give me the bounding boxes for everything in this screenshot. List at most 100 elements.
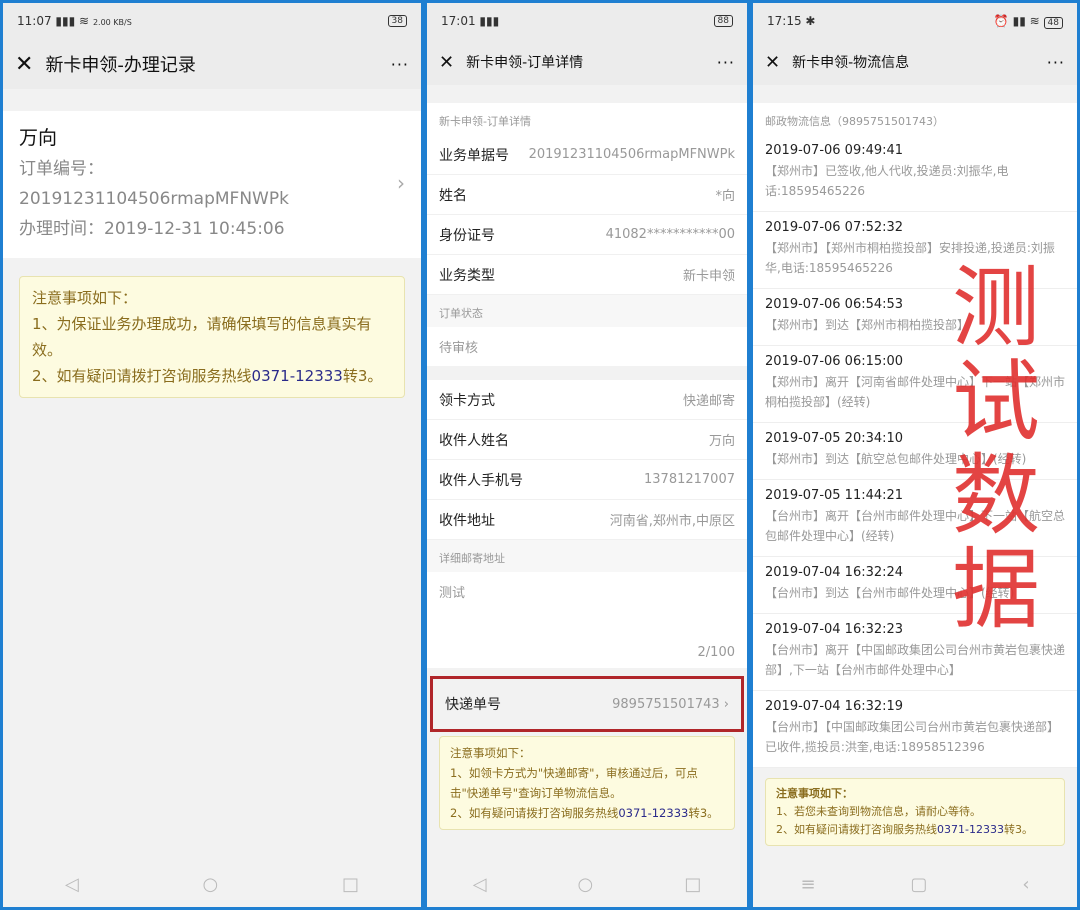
hotline-link[interactable]: 0371-12333 xyxy=(252,367,343,385)
more-icon[interactable]: ··· xyxy=(1047,53,1065,72)
screen-logistics: 17:15 ✱ ⏰ ▮▮ ≋ 48 ✕ 新卡申领-物流信息 ··· 邮政物流信息（98… xyxy=(753,3,1077,907)
entry-time: 2019-07-06 09:49:41 xyxy=(765,143,904,158)
field-row: 业务类型 新卡申领 xyxy=(427,255,747,295)
status-time: 11:07 xyxy=(17,14,52,28)
tracking-number-row[interactable]: 快递单号 9895751501743 › xyxy=(433,679,741,729)
back-icon[interactable]: ◁ xyxy=(473,874,487,895)
title-bar: ✕ 新卡申领-订单详情 ··· xyxy=(427,39,747,85)
battery-icon: 48 xyxy=(1043,17,1063,29)
recents-icon[interactable]: □ xyxy=(342,874,359,895)
field-row: 姓名 *向 xyxy=(427,175,747,215)
address-value: 测试 xyxy=(439,586,466,601)
notice-box: 注意事项如下： 1、如领卡方式为"快递邮寄"，审核通过后，可点击"快递单号"查询… xyxy=(439,736,735,830)
field-value: *向 xyxy=(715,189,735,204)
notice-line: 1、为保证业务办理成功，请确保填写的信息真实有效。 xyxy=(32,315,372,359)
field-label: 领卡方式 xyxy=(439,392,495,409)
field-value: 13781217007 xyxy=(644,472,735,487)
notice-text: 2、如有疑问请拨打咨询服务热线 xyxy=(32,367,252,385)
notice-text: 2、如有疑问请拨打咨询服务热线 xyxy=(776,823,937,836)
entry-description: 【郑州市】已签收,他人代收,投递员:刘振华,电话:18595465226 xyxy=(765,164,1009,198)
nav-bar: ≡ ▢ ‹ xyxy=(753,861,1077,907)
close-icon[interactable]: ✕ xyxy=(765,52,780,73)
notice-box: 注意事项如下： 1、为保证业务办理成功，请确保填写的信息真实有效。 2、如有疑问… xyxy=(19,276,405,398)
notice-box: 注意事项如下： 1、若您未查询到物流信息，请耐心等待。 2、如有疑问请拨打咨询服… xyxy=(765,778,1065,846)
back-icon[interactable]: ‹ xyxy=(1022,874,1029,895)
menu-icon[interactable]: ≡ xyxy=(800,874,815,895)
entry-time: 2019-07-06 07:52:32 xyxy=(765,220,904,235)
page-title: 新卡申领-订单详情 xyxy=(466,55,584,71)
close-icon[interactable]: ✕ xyxy=(15,52,33,77)
logistics-entry: 2019-07-06 07:52:32 【郑州市】【郑州市桐柏揽投部】安排投递,投… xyxy=(753,212,1077,289)
status-label: 订单状态 xyxy=(427,295,747,327)
home-icon[interactable]: ▢ xyxy=(910,874,927,895)
field-value: 新卡申领 xyxy=(682,269,735,284)
notice-text: 转3。 xyxy=(342,367,383,385)
field-label: 收件人姓名 xyxy=(439,432,509,449)
home-icon[interactable]: ○ xyxy=(203,874,219,895)
entry-time: 2019-07-06 06:15:00 xyxy=(765,354,904,369)
field-value: 20191231104506rmapMFNWPk xyxy=(528,147,735,162)
status-bar: 17:15 ✱ ⏰ ▮▮ ≋ 48 xyxy=(753,3,1077,39)
record-time: 办理时间：2019-12-31 10:45:06 xyxy=(19,219,285,239)
notice-title: 注意事项如下： xyxy=(32,289,138,307)
more-icon[interactable]: ··· xyxy=(717,53,735,72)
status-time: 17:01 xyxy=(441,14,476,28)
field-row: 收件人手机号 13781217007 xyxy=(427,460,747,500)
entry-time: 2019-07-04 16:32:19 xyxy=(765,699,904,714)
entry-description: 【郑州市】离开【河南省邮件处理中心】下一站【郑州市桐柏揽投部】(经转) xyxy=(765,375,1066,409)
battery-icon: 38 xyxy=(387,15,407,27)
signal-icon: ▮▮▮ ≋ xyxy=(55,14,90,28)
recents-icon[interactable]: □ xyxy=(684,874,701,895)
screen-record-list: 11:07 ▮▮▮ ≋ 2.00 KB/S 38 ✕ 新卡申领-办理记录 ··· 万向… xyxy=(3,3,421,907)
logistics-list: 2019-07-06 09:49:41 【郑州市】已签收,他人代收,投递员:刘振华… xyxy=(753,135,1077,768)
record-item[interactable]: 万向 订单编号： 20191231104506rmapMFNWPk 办理时间：2… xyxy=(3,111,421,258)
notice-line: 1、如领卡方式为"快递邮寄"，审核通过后，可点击"快递单号"查询订单物流信息。 xyxy=(450,766,698,800)
field-value: 河南省,郑州市,中原区 xyxy=(609,514,735,529)
back-icon[interactable]: ◁ xyxy=(65,874,79,895)
hotline-link[interactable]: 0371-12333 xyxy=(618,806,688,820)
title-bar: ✕ 新卡申领-办理记录 ··· xyxy=(3,39,421,89)
entry-time: 2019-07-04 16:32:24 xyxy=(765,565,904,580)
tracking-number: 9895751501743 xyxy=(612,696,720,712)
chevron-right-icon: › xyxy=(397,171,405,195)
field-label: 业务类型 xyxy=(439,267,495,284)
logistics-entry: 2019-07-05 11:44:21 【台州市】离开【台州市邮件处理中心】下一站… xyxy=(753,480,1077,557)
signal-icon: ⏰ ▮▮ ≋ xyxy=(993,14,1040,28)
chevron-right-icon: › xyxy=(723,696,729,712)
field-label: 业务单据号 xyxy=(439,147,509,164)
page-title: 新卡申领-办理记录 xyxy=(45,55,196,76)
entry-description: 【郑州市】【郑州市桐柏揽投部】安排投递,投递员:刘振华,电话:185954652… xyxy=(765,241,1055,275)
notice-line: 2、如有疑问请拨打咨询服务热线0371-12333转3。 xyxy=(776,821,1054,839)
more-icon[interactable]: ··· xyxy=(391,55,409,74)
record-name: 万向 xyxy=(19,127,58,149)
signal-icon: ▮▮▮ xyxy=(479,14,500,28)
address-label: 详细邮寄地址 xyxy=(427,540,747,572)
notice-line: 2、如有疑问请拨打咨询服务热线0371-12333转3。 xyxy=(450,803,724,823)
field-label: 身份证号 xyxy=(439,227,495,244)
logistics-entry: 2019-07-04 16:32:23 【台州市】离开【中国邮政集团公司台州市黄岩… xyxy=(753,614,1077,691)
entry-description: 【台州市】离开【中国邮政集团公司台州市黄岩包裹快递部】,下一站【台州市邮件处理中… xyxy=(765,643,1066,677)
home-icon[interactable]: ○ xyxy=(578,874,594,895)
entry-time: 2019-07-06 06:54:53 xyxy=(765,297,904,312)
battery-icon: 88 xyxy=(713,15,733,27)
entry-time: 2019-07-04 16:32:23 xyxy=(765,622,904,637)
net-speed: 2.00 KB/S xyxy=(92,18,132,27)
order-number: 20191231104506rmapMFNWPk xyxy=(19,189,289,209)
field-value: 41082***********00 xyxy=(605,227,735,242)
logistics-entry: 2019-07-06 06:54:53 【郑州市】到达【郑州市桐柏揽投部】 xyxy=(753,289,1077,346)
notice-text: 转3。 xyxy=(688,806,719,820)
status-bar: 17:01 ▮▮▮ 88 xyxy=(427,3,747,39)
notice-text: 转3。 xyxy=(1003,823,1033,836)
order-label: 订单编号： xyxy=(19,159,104,179)
status-bar: 11:07 ▮▮▮ ≋ 2.00 KB/S 38 xyxy=(3,3,421,39)
field-row: 身份证号 41082***********00 xyxy=(427,215,747,255)
hotline-link[interactable]: 0371-12333 xyxy=(937,823,1004,836)
title-bar: ✕ 新卡申领-物流信息 ··· xyxy=(753,39,1077,85)
entry-description: 【郑州市】到达【郑州市桐柏揽投部】 xyxy=(765,318,970,332)
close-icon[interactable]: ✕ xyxy=(439,52,454,73)
entry-time: 2019-07-05 11:44:21 xyxy=(765,488,904,503)
entry-description: 【台州市】【中国邮政集团公司台州市黄岩包裹快递部】已收件,揽投员:洪奎,电话:1… xyxy=(765,720,1060,754)
entry-description: 【台州市】到达【台州市邮件处理中心】(经转) xyxy=(765,586,1015,600)
address-textarea[interactable]: 测试 2/100 xyxy=(427,572,747,668)
notice-title: 注意事项如下： xyxy=(450,746,531,760)
